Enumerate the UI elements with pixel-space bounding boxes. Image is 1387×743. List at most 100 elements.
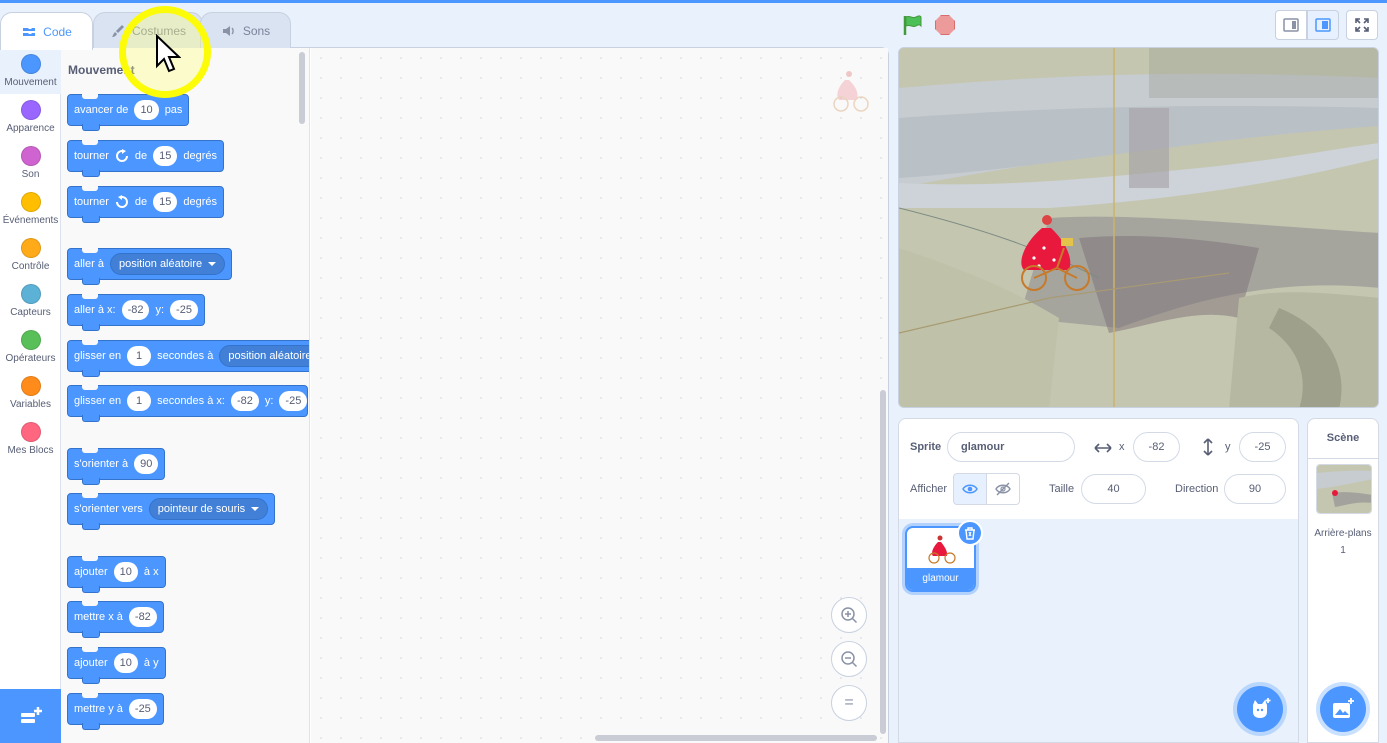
stage-canvas[interactable] <box>898 47 1379 408</box>
category-control[interactable]: Contrôle <box>0 232 61 278</box>
zoom-out-icon <box>841 651 858 668</box>
operators-color-dot <box>20 330 41 350</box>
show-label: Afficher <box>910 483 948 495</box>
category-motion[interactable]: Mouvement <box>0 48 61 94</box>
small-stage-button[interactable] <box>1275 10 1307 40</box>
size-label: Taille <box>1049 483 1075 495</box>
backdrops-label: Arrière-plans <box>1314 528 1372 539</box>
choose-backdrop-button[interactable] <box>1320 686 1366 732</box>
glide-target-dropdown[interactable]: position aléatoire <box>219 345 310 367</box>
category-events[interactable]: Événements <box>0 186 61 232</box>
control-color-dot <box>20 238 41 258</box>
eye-slash-icon <box>995 482 1011 496</box>
x-input[interactable]: -82 <box>121 300 150 320</box>
block-point-towards[interactable]: s'orienter vers pointeur de souris <box>67 493 276 530</box>
trash-icon <box>965 526 975 540</box>
fullscreen-button[interactable] <box>1346 10 1378 40</box>
variables-color-dot <box>20 376 41 396</box>
x-position-field[interactable]: -82 <box>1133 432 1180 462</box>
tab-code[interactable]: Code <box>0 12 93 50</box>
small-stage-icon <box>1283 18 1299 32</box>
choose-sprite-button[interactable] <box>1237 686 1283 732</box>
y-position-field[interactable]: -25 <box>1239 432 1286 462</box>
block-set-x[interactable]: mettre x à -82 <box>67 601 164 638</box>
x-input[interactable]: -82 <box>128 607 157 627</box>
stage-pane-title: Scène <box>1308 419 1378 459</box>
code-icon <box>23 27 36 36</box>
my-blocks-color-dot <box>20 422 41 442</box>
block-set-y[interactable]: mettre y à -25 <box>67 693 164 730</box>
category-looks[interactable]: Apparence <box>0 94 61 140</box>
block-glide-to[interactable]: glisser en 1 secondes à position aléatoi… <box>67 340 310 377</box>
block-palette: Mouvement avancer de 10 pas tourner de 1… <box>61 48 310 743</box>
block-goto-xy[interactable]: aller à x: -82 y: -25 <box>67 294 205 331</box>
mouse-cursor-icon <box>156 34 181 73</box>
category-my-blocks[interactable]: Mes Blocs <box>0 416 61 462</box>
tab-code-label: Code <box>43 24 72 39</box>
zoom-reset-button[interactable]: = <box>831 685 867 721</box>
direction-field[interactable]: 90 <box>1224 474 1286 504</box>
degrees-input[interactable]: 15 <box>153 192 178 212</box>
block-text: à x <box>143 566 159 578</box>
looks-color-dot <box>20 100 41 120</box>
dy-input[interactable]: 10 <box>113 653 138 673</box>
direction-input[interactable]: 90 <box>134 454 159 474</box>
category-sensing[interactable]: Capteurs <box>0 278 61 324</box>
zoom-out-button[interactable] <box>831 641 867 677</box>
point-towards-dropdown[interactable]: pointeur de souris <box>148 498 269 520</box>
script-area-vertical-scrollbar[interactable] <box>880 390 886 734</box>
delete-sprite-button[interactable] <box>957 520 983 546</box>
add-extension-button[interactable] <box>0 689 61 743</box>
block-goto[interactable]: aller à position aléatoire <box>67 248 233 285</box>
block-text: aller à x: <box>74 304 116 316</box>
vertical-arrows-icon <box>1203 438 1213 456</box>
steps-input[interactable]: 10 <box>134 100 159 120</box>
backdrop-thumbnail[interactable] <box>1316 464 1372 514</box>
sprite-tile-name: glamour <box>907 568 974 590</box>
seconds-input[interactable]: 1 <box>127 346 152 366</box>
show-sprite-button[interactable] <box>953 473 987 505</box>
block-turn-left[interactable]: tourner de 15 degrés <box>67 186 224 223</box>
block-text: mettre x à <box>74 611 123 623</box>
y-input[interactable]: -25 <box>279 391 308 411</box>
block-text: à y <box>143 657 159 669</box>
goto-target-dropdown[interactable]: position aléatoire <box>109 253 226 275</box>
category-label: Apparence <box>6 123 55 134</box>
y-input[interactable]: -25 <box>128 699 157 719</box>
large-stage-button[interactable] <box>1307 10 1339 40</box>
degrees-input[interactable]: 15 <box>153 146 178 166</box>
x-input[interactable]: -82 <box>230 391 259 411</box>
category-variables[interactable]: Variables <box>0 370 61 416</box>
palette-scrollbar[interactable] <box>299 52 305 124</box>
block-text: de <box>134 196 148 208</box>
hide-sprite-button[interactable] <box>986 473 1020 505</box>
category-operators[interactable]: Opérateurs <box>0 324 61 370</box>
dx-input[interactable]: 10 <box>113 562 138 582</box>
sprite-name-field[interactable]: glamour <box>947 432 1075 462</box>
size-field[interactable]: 40 <box>1081 474 1146 504</box>
block-point-direction[interactable]: s'orienter à 90 <box>67 448 166 485</box>
tab-sounds-label: Sons <box>242 23 271 38</box>
category-sound[interactable]: Son <box>0 140 61 186</box>
block-change-x[interactable]: ajouter 10 à x <box>67 556 166 593</box>
seconds-input[interactable]: 1 <box>127 391 152 411</box>
dropdown-value: position aléatoire <box>228 350 310 362</box>
block-move-steps[interactable]: avancer de 10 pas <box>67 94 190 131</box>
block-glide-xy[interactable]: glisser en 1 secondes à x: -82 y: -25 <box>67 385 309 422</box>
block-text: s'orienter vers <box>74 503 143 515</box>
tab-sounds[interactable]: Sons <box>200 12 291 48</box>
script-area-horizontal-scrollbar[interactable] <box>595 735 877 741</box>
stop-button[interactable] <box>935 15 955 35</box>
category-label: Mouvement <box>4 77 57 88</box>
speaker-icon <box>222 25 234 36</box>
category-label: Capteurs <box>10 307 51 318</box>
green-flag-icon[interactable] <box>902 14 924 36</box>
y-input[interactable]: -25 <box>170 300 198 320</box>
zoom-in-button[interactable] <box>831 597 867 633</box>
script-area[interactable] <box>311 48 888 743</box>
block-text: ajouter <box>74 566 108 578</box>
image-add-icon <box>1333 698 1354 718</box>
block-change-y[interactable]: ajouter 10 à y <box>67 647 166 684</box>
block-turn-right[interactable]: tourner de 15 degrés <box>67 140 224 177</box>
rotate-left-icon <box>115 195 128 208</box>
